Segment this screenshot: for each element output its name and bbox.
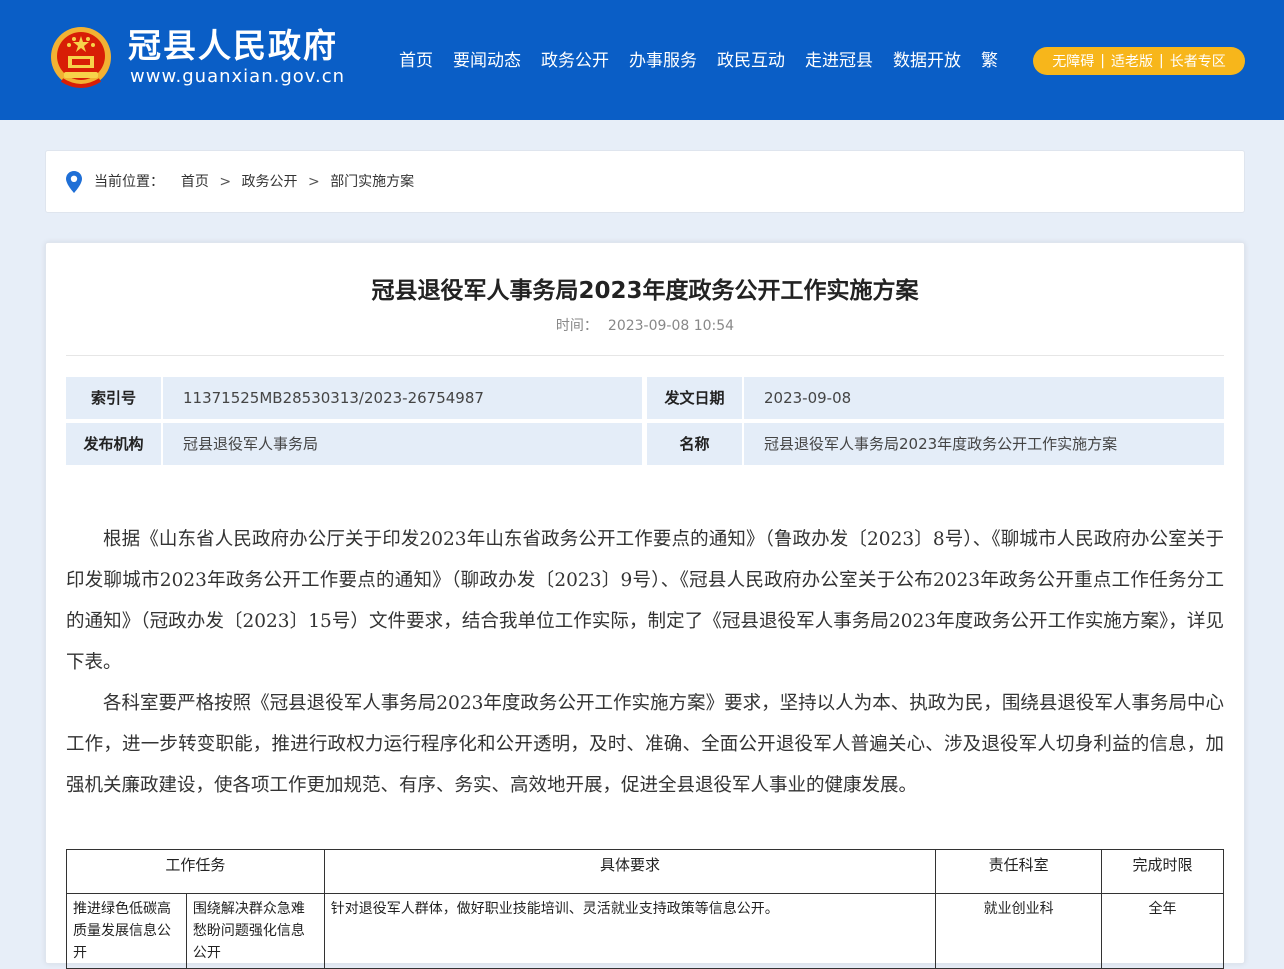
- national-emblem-icon[interactable]: [50, 26, 112, 92]
- meta-value-org: 冠县退役军人事务局: [163, 423, 642, 465]
- article-title: 冠县退役军人事务局2023年度政务公开工作实施方案: [371, 278, 919, 304]
- meta-row: 发布机构 冠县退役军人事务局 名称 冠县退役军人事务局2023年度政务公开工作实…: [66, 423, 1224, 465]
- accessibility-pill: 无障碍 | 适老版 | 长者专区: [1033, 47, 1245, 75]
- main-nav: 首页 要闻动态 政务公开 办事服务 政民互动 走进冠县 数据开放 繁: [399, 47, 1018, 75]
- table-cell-task-b: 围绕解决群众急难愁盼问题强化信息公开: [185, 893, 325, 969]
- accessibility-link[interactable]: 无障碍: [1052, 51, 1094, 71]
- breadcrumb-home[interactable]: 首页: [181, 174, 209, 190]
- time-label: 时间：: [555, 318, 598, 334]
- breadcrumb-separator: >: [308, 174, 320, 190]
- location-pin-icon: [66, 171, 82, 193]
- breadcrumb-trail: 当前位置： 首页 > 政务公开 > 部门实施方案: [94, 171, 414, 193]
- nav-item-services[interactable]: 办事服务: [629, 47, 697, 75]
- site-url: www.guanxian.gov.cn: [130, 66, 346, 87]
- meta-row: 索引号 11371525MB28530313/2023-26754987 发文日…: [66, 377, 1224, 419]
- article-body: 根据《山东省人民政府办公厅关于印发2023年山东省政务公开工作要点的通知》（鲁政…: [66, 519, 1224, 806]
- meta-value-index: 11371525MB28530313/2023-26754987: [163, 377, 642, 419]
- body-paragraph: 根据《山东省人民政府办公厅关于印发2023年山东省政务公开工作要点的通知》（鲁政…: [66, 529, 1224, 673]
- table-cell-dept: 就业创业科: [935, 893, 1103, 969]
- meta-value-name: 冠县退役军人事务局2023年度政务公开工作实施方案: [744, 423, 1224, 465]
- table-header-deadline: 完成时限: [1101, 849, 1224, 894]
- meta-key-date: 发文日期: [647, 377, 742, 419]
- elderly-version-link[interactable]: 适老版: [1111, 51, 1153, 71]
- article-card: 冠县退役军人事务局2023年度政务公开工作实施方案 时间： 2023-09-08 …: [45, 242, 1245, 969]
- table-header-task: 工作任务: [66, 849, 325, 894]
- access-separator: |: [1100, 53, 1105, 69]
- nav-item-gov-affairs[interactable]: 政务公开: [541, 47, 609, 75]
- time-value: 2023-09-08 10:54: [607, 318, 735, 334]
- breadcrumb-gov-affairs[interactable]: 政务公开: [242, 174, 298, 190]
- article-time: 时间： 2023-09-08 10:54: [46, 316, 1244, 336]
- site-header: 冠县人民政府 www.guanxian.gov.cn 首页 要闻动态 政务公开 …: [0, 0, 1284, 120]
- body-paragraph: 各科室要严格按照《冠县退役军人事务局2023年度政务公开工作实施方案》要求，坚持…: [66, 693, 1224, 796]
- article-meta: 索引号 11371525MB28530313/2023-26754987 发文日…: [66, 377, 1224, 469]
- breadcrumb-separator: >: [219, 174, 232, 190]
- table-header-dept: 责任科室: [935, 849, 1103, 894]
- table-cell-task-a: 推进绿色低碳高质量发展信息公开: [66, 893, 187, 969]
- nav-item-traditional[interactable]: 繁: [981, 47, 998, 75]
- breadcrumb-dept-plan[interactable]: 部门实施方案: [330, 174, 414, 190]
- table-cell-requirement: 针对退役军人群体，做好职业技能培训、灵活就业支持政策等信息公开。: [323, 893, 937, 969]
- task-table: 工作任务 具体要求 责任科室 完成时限 推进绿色低碳高质量发展信息公开 围绕解决…: [66, 849, 1224, 969]
- table-cell-deadline: 全年: [1101, 893, 1224, 969]
- meta-key-index: 索引号: [66, 377, 161, 419]
- seniors-zone-link[interactable]: 长者专区: [1170, 51, 1226, 71]
- nav-item-news[interactable]: 要闻动态: [453, 47, 521, 75]
- table-header-row: 工作任务 具体要求 责任科室 完成时限: [66, 849, 1224, 894]
- table-row: 推进绿色低碳高质量发展信息公开 围绕解决群众急难愁盼问题强化信息公开 针对退役军…: [66, 893, 1224, 969]
- access-separator: |: [1159, 53, 1164, 69]
- breadcrumb: 当前位置： 首页 > 政务公开 > 部门实施方案: [45, 150, 1245, 213]
- nav-item-open-data[interactable]: 数据开放: [893, 47, 961, 75]
- breadcrumb-label: 当前位置：: [94, 174, 164, 190]
- nav-item-interaction[interactable]: 政民互动: [717, 47, 785, 75]
- meta-key-org: 发布机构: [66, 423, 161, 465]
- table-header-requirement: 具体要求: [323, 849, 937, 894]
- nav-item-home[interactable]: 首页: [399, 47, 433, 75]
- title-divider: [66, 355, 1224, 356]
- meta-key-name: 名称: [647, 423, 742, 465]
- meta-value-date: 2023-09-08: [744, 377, 1224, 419]
- nav-item-about[interactable]: 走进冠县: [805, 47, 873, 75]
- site-title[interactable]: 冠县人民政府: [128, 28, 338, 64]
